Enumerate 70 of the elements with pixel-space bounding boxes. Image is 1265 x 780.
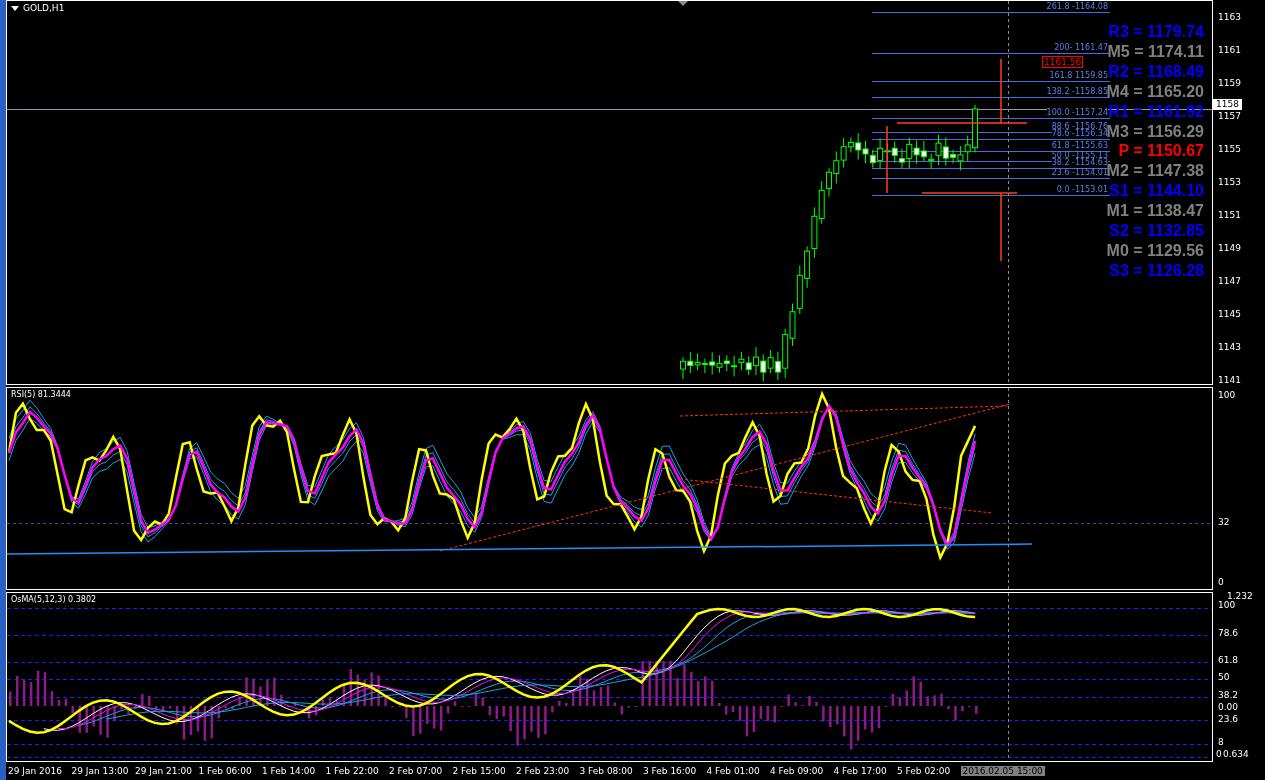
fibonacci-level-label: 100.0 -1157.24 bbox=[1046, 109, 1108, 116]
pivot-level-label: M1 = 1138.47 bbox=[1106, 202, 1204, 221]
price-axis-label: 1145 bbox=[1218, 309, 1241, 320]
time-axis-label: 1 Feb 22:00 bbox=[325, 766, 380, 776]
time-axis-label: 29 Jan 21:00 bbox=[135, 766, 193, 776]
fibonacci-level-label: 88.6 -1156.76 bbox=[1051, 123, 1108, 130]
time-axis-label: 5 Feb 02:00 bbox=[897, 766, 952, 776]
price-axis-label: 1153 bbox=[1218, 177, 1241, 188]
fibonacci-level-label: 200- 1161.47 bbox=[1054, 44, 1108, 51]
time-axis-label: 3 Feb 16:00 bbox=[643, 766, 698, 776]
fibonacci-level-label: 161.8 1159.85 bbox=[1049, 72, 1108, 79]
fibonacci-level-label: 138.2 -1158.85 bbox=[1046, 88, 1108, 95]
indicator-axis-label: 78.6 bbox=[1218, 628, 1239, 639]
pivot-level-label: S1 = 1144.10 bbox=[1109, 182, 1204, 201]
price-axis-label: 1151 bbox=[1218, 210, 1241, 221]
pivot-level-label: R3 = 1179.74 bbox=[1108, 23, 1204, 41]
price-axis-label: 1149 bbox=[1218, 243, 1241, 254]
time-axis-label: 2 Feb 15:00 bbox=[452, 766, 507, 776]
indicator-axis-label: 38.2 bbox=[1218, 690, 1239, 701]
indicator-axis-label: 0.00 bbox=[1218, 702, 1239, 713]
time-axis-label: 1 Feb 14:00 bbox=[262, 766, 317, 776]
time-axis-label: 4 Feb 09:00 bbox=[770, 766, 825, 776]
pivot-level-label: M3 = 1156.29 bbox=[1106, 122, 1204, 141]
price-axis-label: 1147 bbox=[1218, 276, 1241, 287]
time-axis-label: 1 Feb 06:00 bbox=[198, 766, 253, 776]
price-axis-label: 1163 bbox=[1218, 12, 1241, 23]
price-axis-label: 1155 bbox=[1218, 144, 1241, 155]
price-axis-label: 1141 bbox=[1218, 375, 1241, 386]
time-axis-label: 2 Feb 23:00 bbox=[516, 766, 571, 776]
indicator-axis-label: 0 bbox=[1218, 577, 1224, 588]
indicator-axis-label: 23.6 bbox=[1218, 714, 1239, 725]
indicator-axis-label: 1.232 bbox=[1227, 591, 1253, 601]
current-price-label: 1158 bbox=[1213, 99, 1242, 110]
fibonacci-level-label: 23.6 -1154.01 bbox=[1051, 169, 1108, 176]
time-axis-label: 4 Feb 01:00 bbox=[706, 766, 761, 776]
pivot-level-label: M5 = 1174.11 bbox=[1107, 42, 1204, 61]
pivot-level-label: R2 = 1168.49 bbox=[1108, 62, 1204, 81]
indicator-axis-label: 0.634 bbox=[1223, 749, 1249, 760]
price-axis-label: 1159 bbox=[1218, 78, 1241, 89]
pivot-level-label: S3 = 1126.28 bbox=[1109, 261, 1204, 280]
time-axis-label: 29 Jan 13:00 bbox=[71, 766, 130, 776]
pivot-level-label: M0 = 1129.56 bbox=[1106, 241, 1204, 260]
fibonacci-level-label: 0.0 -1153.01 bbox=[1056, 186, 1108, 193]
indicator-axis-label: 8 bbox=[1218, 737, 1224, 748]
time-axis-label: 4 Feb 17:00 bbox=[833, 766, 888, 776]
price-tag: 1161.56 bbox=[1042, 56, 1084, 68]
price-axis-label: 1161 bbox=[1218, 45, 1241, 56]
time-axis-label: 2 Feb 07:00 bbox=[389, 766, 444, 776]
fibonacci-level-label: 50.0 -1155.13 bbox=[1051, 152, 1108, 159]
chart-title-text: GOLD,H1 bbox=[23, 3, 65, 13]
price-axis-label: 1143 bbox=[1218, 342, 1241, 353]
fibonacci-level-label: 78.6 -1156.34 bbox=[1051, 130, 1108, 137]
indicator-axis-label: 0 bbox=[1216, 749, 1222, 760]
time-axis-label: 29 Jan 2016 bbox=[8, 766, 63, 776]
fibonacci-level-label: 38.2 -1154.63 bbox=[1051, 159, 1108, 166]
fibonacci-level-label: 261.8 -1164.08 bbox=[1046, 3, 1108, 10]
indicator-label: OsMA(5,12,3) 0.3802 bbox=[11, 595, 97, 604]
price-axis-label: 1157 bbox=[1218, 111, 1241, 122]
indicator-axis-label: 100 bbox=[1218, 600, 1236, 611]
pivot-level-label: P = 1150.67 bbox=[1118, 142, 1204, 161]
indicator-axis-label: 61.8 bbox=[1218, 655, 1239, 666]
crosshair-time-label: 2016.02.05 15:00 bbox=[960, 766, 1045, 776]
indicator-label: RSI(5) 81.3444 bbox=[11, 390, 71, 399]
time-axis-label: 3 Feb 08:00 bbox=[579, 766, 634, 776]
indicator-axis-label: 32 bbox=[1218, 517, 1230, 528]
pivot-level-label: S2 = 1132.85 bbox=[1109, 222, 1204, 240]
indicator-axis-label: 100 bbox=[1218, 390, 1236, 401]
pivot-level-label: M4 = 1165.20 bbox=[1106, 82, 1204, 101]
fibonacci-level-label: 61.8 -1155.63 bbox=[1051, 142, 1108, 149]
indicator-axis-label: 50 bbox=[1218, 672, 1230, 683]
